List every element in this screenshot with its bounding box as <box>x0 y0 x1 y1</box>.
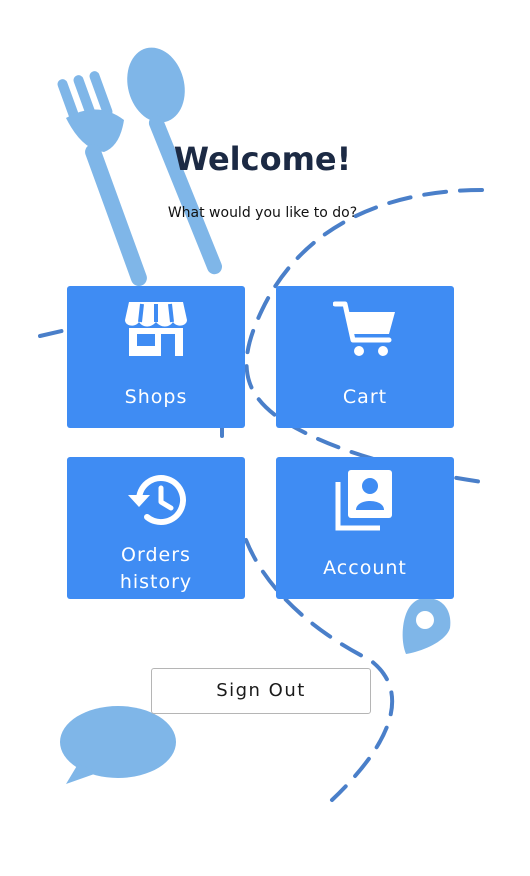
shopping-cart-icon <box>276 296 454 362</box>
storefront-icon <box>67 296 245 362</box>
shops-button[interactable]: Shops <box>67 286 245 428</box>
history-icon <box>67 467 245 533</box>
orders-history-button[interactable]: Orders history <box>67 457 245 599</box>
dashed-route-path-left <box>38 328 68 338</box>
contacts-icon <box>276 467 454 533</box>
page-subtitle: What would you like to do? <box>167 205 358 221</box>
account-label: Account <box>323 557 407 579</box>
background-illustration <box>38 47 484 802</box>
cart-button[interactable]: Cart <box>276 286 454 428</box>
sign-out-button[interactable]: Sign Out <box>151 668 371 714</box>
welcome-screen: Welcome! What would you like to do? Shop… <box>0 0 530 876</box>
shops-label: Shops <box>124 386 188 408</box>
cart-label: Cart <box>342 386 388 408</box>
orders-history-label: Orders history <box>119 544 193 593</box>
chat-bubble-icon <box>60 706 176 784</box>
account-button[interactable]: Account <box>276 457 454 599</box>
map-pin-icon <box>402 598 451 654</box>
page-title: Welcome! <box>173 140 352 178</box>
